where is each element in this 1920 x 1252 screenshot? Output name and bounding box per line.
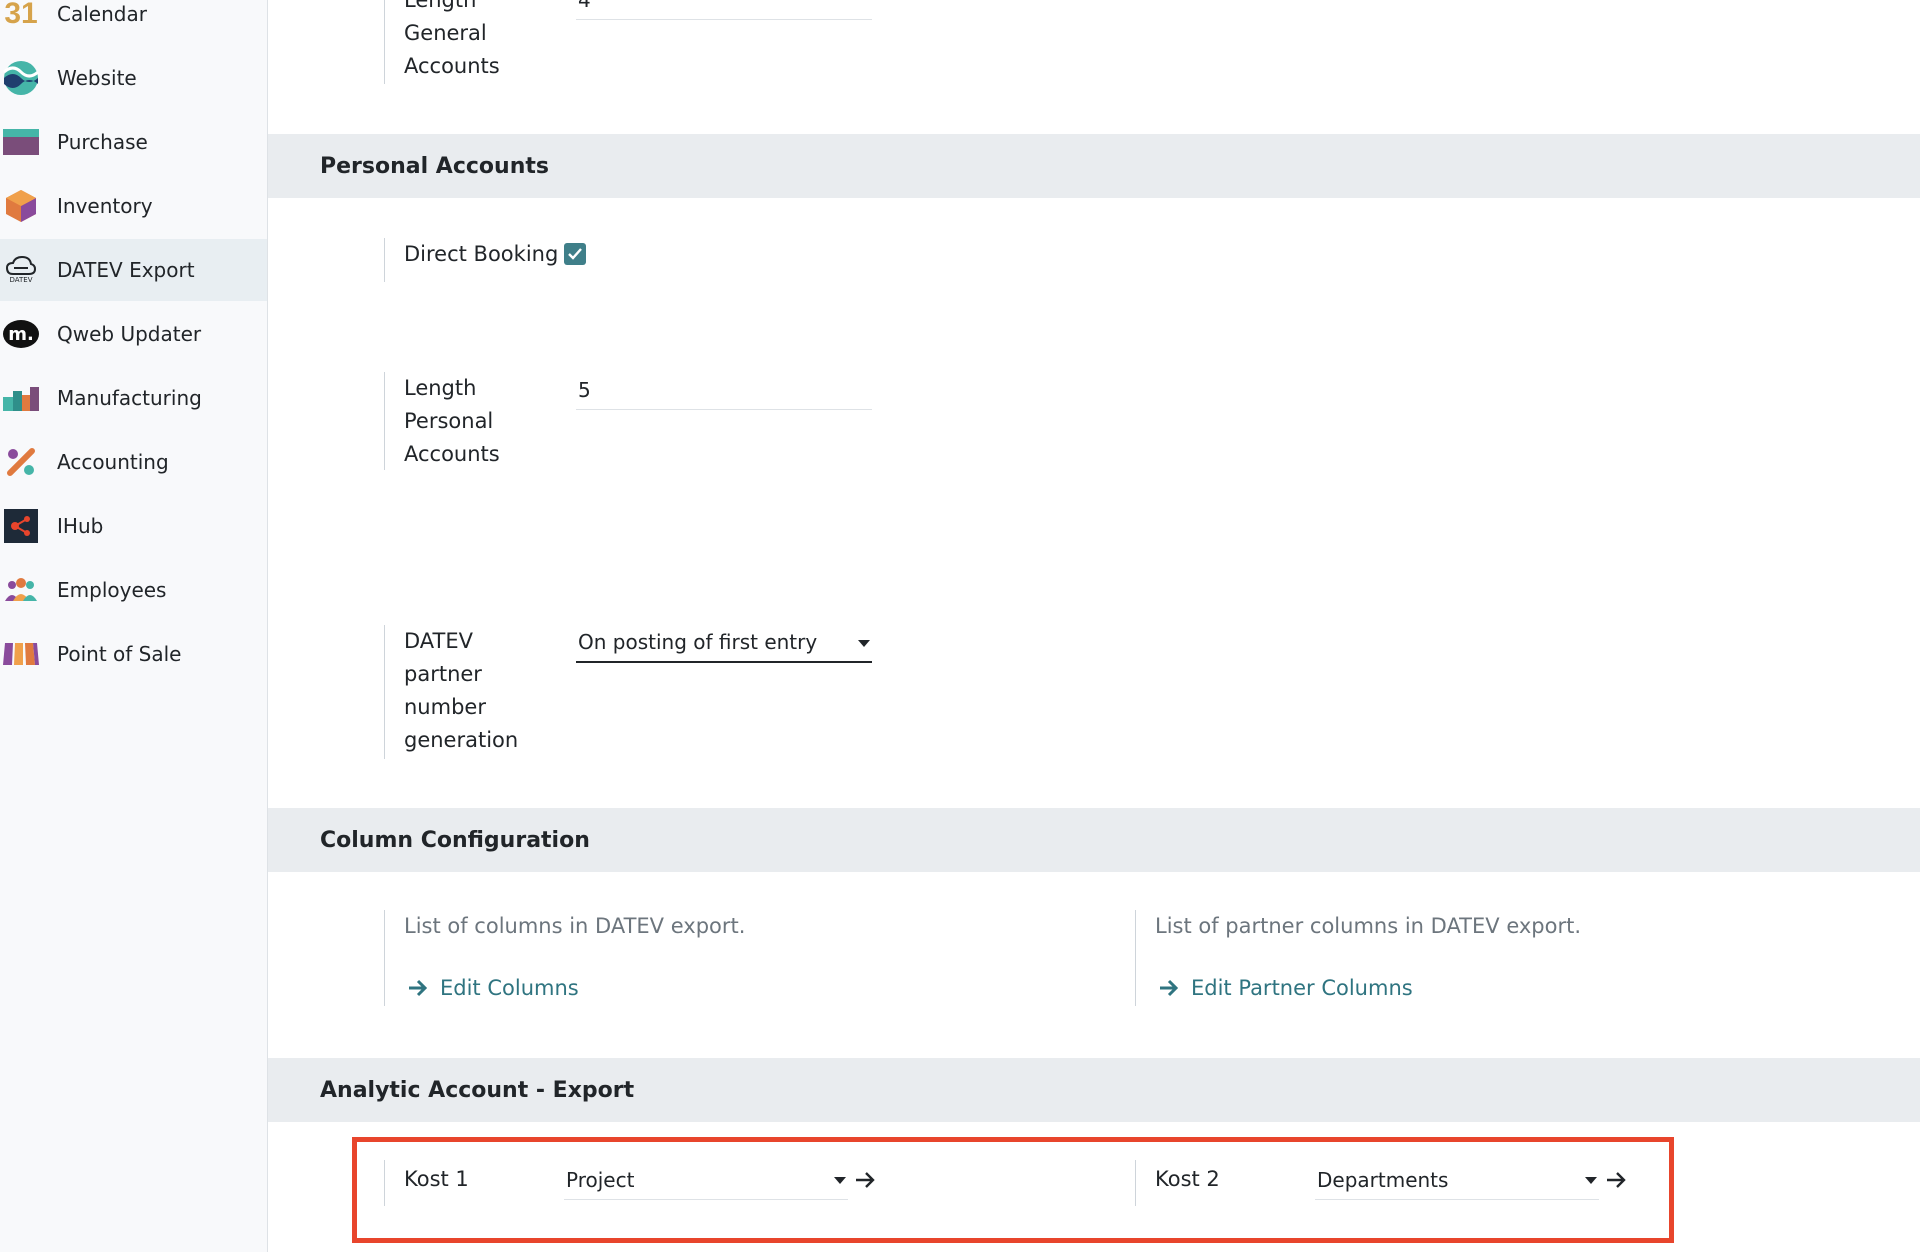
sidebar-item-employees[interactable]: Employees [0, 559, 267, 621]
arrow-right-icon [408, 979, 428, 997]
arrow-right-icon [1159, 979, 1179, 997]
sidebar-item-label: Qweb Updater [57, 322, 202, 346]
checkmark-icon [568, 248, 582, 260]
section-analytic-account-export: Analytic Account - Export [268, 1058, 1920, 1122]
direct-booking-setting [384, 238, 385, 282]
length-personal-accounts-setting [384, 372, 385, 470]
section-title: Column Configuration [320, 827, 590, 853]
length-general-accounts-input[interactable] [576, 0, 872, 20]
sidebar-item-label: Manufacturing [57, 386, 202, 410]
columns-setting [384, 910, 385, 1006]
partner-number-generation-label: DATEV partner number generation [404, 629, 519, 752]
sidebar-item-calendar[interactable]: 31 Calendar [0, 0, 267, 45]
manufacturing-icon [2, 379, 40, 417]
sidebar-item-accounting[interactable]: Accounting [0, 431, 267, 493]
direct-booking-label: Direct Booking [404, 242, 559, 266]
sidebar-item-purchase[interactable]: Purchase [0, 111, 267, 173]
sidebar-item-website[interactable]: Website [0, 47, 267, 109]
columns-hint: List of columns in DATEV export. [404, 914, 746, 938]
sidebar-item-label: Inventory [57, 194, 153, 218]
sidebar-item-ihub[interactable]: IHub [0, 495, 267, 557]
sidebar-item-label: Purchase [57, 130, 148, 154]
partner-columns-setting [1135, 910, 1136, 1006]
section-title: Personal Accounts [320, 153, 549, 179]
sidebar-item-label: Employees [57, 578, 167, 602]
inventory-icon [2, 187, 40, 225]
sidebar-item-point-of-sale[interactable]: Point of Sale [0, 623, 267, 685]
website-icon [2, 59, 40, 97]
employees-icon [2, 571, 40, 609]
length-personal-accounts-input[interactable] [576, 370, 872, 410]
sidebar-item-inventory[interactable]: Inventory [0, 175, 267, 237]
length-general-accounts-label: Length General Accounts [404, 0, 500, 78]
section-title: Analytic Account - Export [320, 1077, 635, 1103]
sidebar-item-label: IHub [57, 514, 104, 538]
section-personal-accounts: Personal Accounts [268, 134, 1920, 198]
chevron-down-icon [858, 640, 870, 647]
general-accounts-setting [384, 0, 385, 84]
sidebar-item-label: Point of Sale [57, 642, 182, 666]
calendar-icon: 31 [4, 0, 38, 30]
partner-number-generation-select[interactable]: On posting of first entry [576, 623, 872, 663]
sidebar-item-label: Website [57, 66, 137, 90]
direct-booking-checkbox[interactable] [564, 243, 586, 265]
sidebar-item-label: Calendar [57, 2, 147, 26]
sidebar-item-label: DATEV Export [57, 258, 195, 282]
highlight-box [352, 1137, 1674, 1243]
purchase-icon [2, 123, 40, 161]
settings-content: Length General Accounts Personal Account… [268, 0, 1920, 1252]
sidebar-item-manufacturing[interactable]: Manufacturing [0, 367, 267, 429]
qweb-updater-icon: m. [2, 315, 40, 353]
length-personal-accounts-label: Length Personal Accounts [404, 376, 500, 466]
sidebar-item-qweb-updater[interactable]: m. Qweb Updater [0, 303, 267, 365]
app-sidebar: 31 Calendar Website Purchase Inventory D… [0, 0, 268, 1252]
sidebar-item-label: Accounting [57, 450, 169, 474]
section-column-configuration: Column Configuration [268, 808, 1920, 872]
accounting-icon [2, 443, 40, 481]
ihub-icon [2, 507, 40, 545]
partner-number-generation-setting [384, 625, 385, 759]
partner-columns-hint: List of partner columns in DATEV export. [1155, 914, 1582, 938]
edit-partner-columns-link[interactable]: Edit Partner Columns [1159, 976, 1413, 1000]
datev-cloud-icon: DATEV [2, 251, 40, 289]
sidebar-item-datev-export[interactable]: DATEV DATEV Export [0, 239, 267, 301]
point-of-sale-icon [2, 635, 40, 673]
edit-columns-link[interactable]: Edit Columns [408, 976, 579, 1000]
